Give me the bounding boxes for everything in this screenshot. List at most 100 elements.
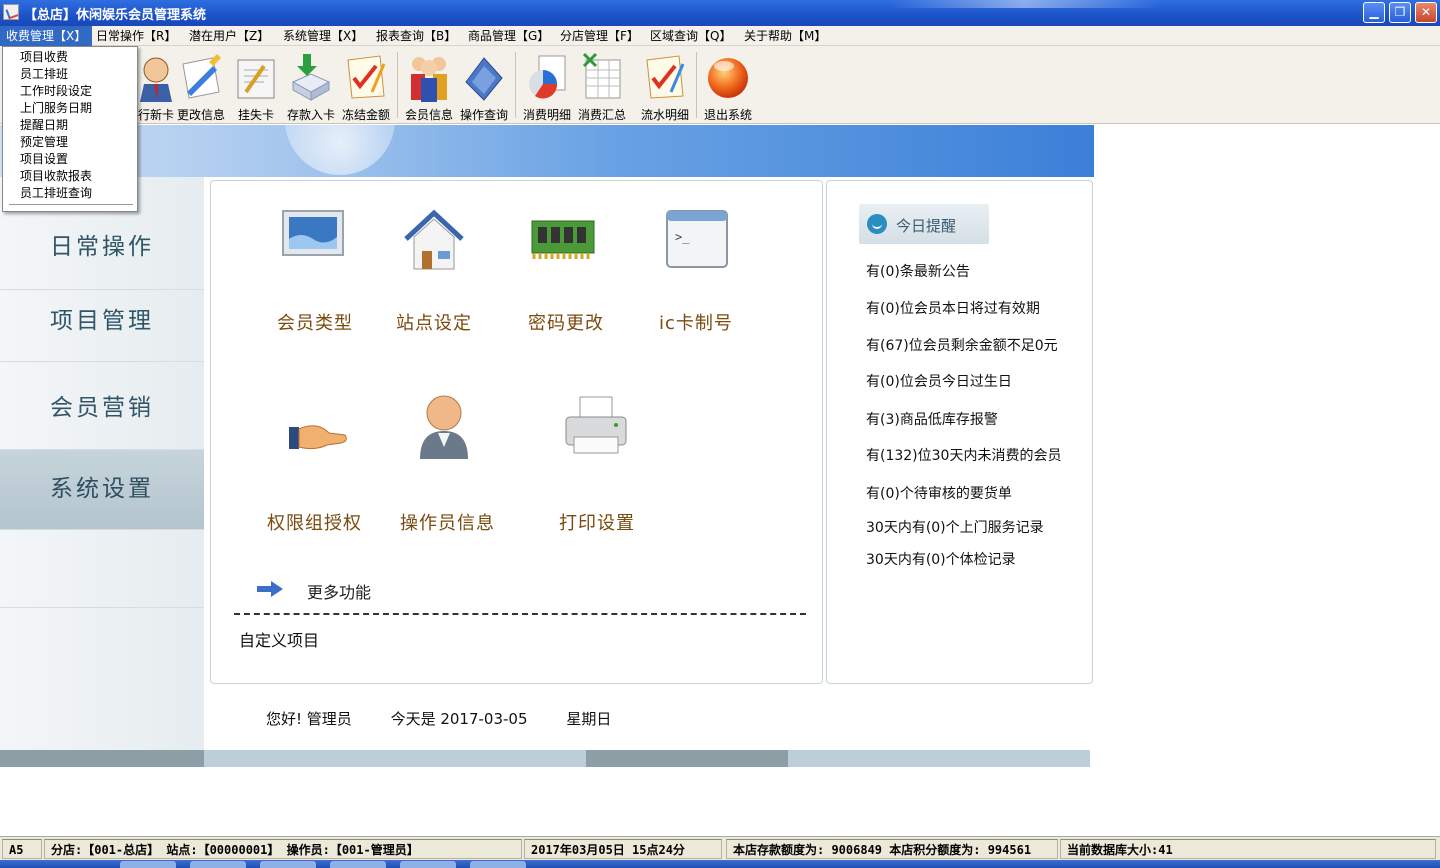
taskbar-button[interactable] — [470, 861, 526, 868]
toolbar-deposit[interactable]: 存款入卡 — [283, 50, 339, 122]
toolbar-edit-info[interactable]: 更改信息 — [173, 50, 229, 122]
tile-permission-group[interactable]: 权限组授权 — [261, 391, 381, 534]
tile-member-type[interactable]: 会员类型 — [261, 203, 371, 343]
reminder-panel: 今日提醒 有(0)条最新公告 有(0)位会员本日将过有效期 有(67)位会员剩余… — [826, 180, 1093, 684]
tile-print-settings[interactable]: 打印设置 — [546, 391, 656, 534]
toolbar-member-info[interactable]: 会员信息 — [401, 50, 457, 122]
monitor-icon — [282, 210, 344, 256]
menu-system[interactable]: 系统管理【X】 — [277, 26, 369, 46]
new-card-icon — [140, 57, 172, 102]
maximize-button[interactable]: ❐ — [1389, 2, 1411, 23]
reminder-line[interactable]: 有(0)个待审核的要货单 — [866, 483, 1012, 503]
toolbar-consumption-summary[interactable]: 消费汇总 — [574, 50, 630, 122]
status-cell-site: 分店:【001-总店】 站点:【00000001】 操作员:【001-管理员】 — [44, 839, 522, 859]
nav-item-marketing[interactable]: 会员营销 — [0, 362, 204, 450]
taskbar-button[interactable] — [190, 861, 246, 868]
strip-segment — [788, 750, 1090, 767]
toolbar-operation-query[interactable]: 操作查询 — [456, 50, 512, 122]
toolbar-transaction-detail[interactable]: 流水明细 — [637, 50, 693, 122]
menu-bar: 收费管理【X】 日常操作【R】 潜在用户【Z】 系统管理【X】 报表查询【B】 … — [0, 26, 1440, 46]
operation-query-icon — [465, 57, 503, 101]
toolbar-label: 退出系统 — [703, 108, 752, 122]
dropdown-item-reminder-date[interactable]: 提醒日期 — [3, 117, 137, 134]
strip-segment — [204, 750, 586, 767]
reminder-header: 今日提醒 — [859, 204, 989, 244]
toolbar-label: 冻结金额 — [341, 108, 390, 122]
toolbar-freeze[interactable]: 冻结金额 — [338, 50, 394, 122]
edit-info-icon — [182, 54, 221, 99]
hand-icon — [289, 425, 347, 450]
custom-project-link[interactable]: 自定义项目 — [239, 627, 319, 651]
tile-label: 打印设置 — [559, 513, 635, 534]
menu-goods[interactable]: 商品管理【G】 — [462, 26, 555, 46]
toolbar-label: 消费汇总 — [577, 108, 626, 122]
nav-item-projects[interactable]: 项目管理 — [0, 290, 204, 362]
svg-text:>_: >_ — [675, 230, 690, 244]
taskbar-button[interactable] — [260, 861, 316, 868]
taskbar-button[interactable] — [120, 861, 176, 868]
menu-region[interactable]: 区域查询【Q】 — [644, 26, 737, 46]
reminder-line[interactable]: 30天内有(0)个体检记录 — [866, 549, 1016, 569]
user-icon — [420, 395, 468, 459]
banner-bubble — [285, 125, 395, 175]
reminder-line[interactable]: 有(132)位30天内未消费的会员 — [866, 445, 1061, 465]
tile-password-change[interactable]: 密码更改 — [516, 203, 626, 343]
tile-operator-info[interactable]: 操作员信息 — [396, 391, 506, 534]
bottom-strip — [0, 750, 1090, 767]
reminder-line[interactable]: 有(3)商品低库存报警 — [866, 409, 998, 429]
dashed-divider — [234, 613, 806, 615]
dropdown-item-staff-schedule-query[interactable]: 员工排班查询 — [3, 185, 137, 202]
tile-site-settings[interactable]: 站点设定 — [386, 203, 486, 343]
toolbar-consumption-detail[interactable]: 消费明细 — [519, 50, 575, 122]
greeting-hello: 您好! 管理员 — [266, 710, 352, 728]
smiley-icon — [867, 214, 887, 234]
reminder-line[interactable]: 有(0)条最新公告 — [866, 261, 970, 281]
toolbar: 行新卡 更改信息 挂失卡 存款入卡 冻结金额 会员信息 操作查询 消费明细 消费… — [0, 46, 1440, 124]
deposit-icon — [291, 54, 331, 101]
printer-icon — [565, 396, 627, 454]
dropdown-item-project-payment-report[interactable]: 项目收款报表 — [3, 168, 137, 185]
menu-help[interactable]: 关于帮助【M】 — [738, 26, 832, 46]
title-bar: 【总店】休闲娱乐会员管理系统 ▁ ❐ ✕ — [0, 0, 1440, 26]
title-glow — [890, 0, 1160, 8]
toolbar-lost-card[interactable]: 挂失卡 — [228, 50, 284, 122]
menu-charge[interactable]: 收费管理【X】 — [0, 26, 93, 46]
app-icon — [3, 4, 19, 20]
window-title: 【总店】休闲娱乐会员管理系统 — [24, 8, 207, 23]
toolbar-label: 操作查询 — [459, 108, 508, 122]
tile-label: 站点设定 — [396, 313, 472, 334]
dropdown-item-work-period[interactable]: 工作时段设定 — [3, 83, 137, 100]
status-cell-datetime: 2017年03月05日 15点24分 — [524, 839, 722, 859]
taskbar-button[interactable] — [330, 861, 386, 868]
close-button[interactable]: ✕ — [1415, 2, 1437, 23]
nav-item-system-settings[interactable]: 系统设置 — [0, 450, 204, 530]
dropdown-item-home-service-date[interactable]: 上门服务日期 — [3, 100, 137, 117]
arrow-right-icon — [257, 581, 283, 597]
more-functions-label: 更多功能 — [307, 583, 372, 602]
dropdown-item-project-settings[interactable]: 项目设置 — [3, 151, 137, 168]
dropdown-item-staff-schedule[interactable]: 员工排班 — [3, 66, 137, 83]
reminder-line[interactable]: 有(67)位会员剩余金额不足0元 — [866, 335, 1058, 355]
reminder-line[interactable]: 30天内有(0)个上门服务记录 — [866, 517, 1044, 537]
dropdown-item-project-charge[interactable]: 项目收费 — [3, 49, 137, 66]
terminal-window-icon: >_ — [666, 210, 728, 268]
menu-branches[interactable]: 分店管理【F】 — [554, 26, 645, 46]
consumption-summary-icon — [582, 52, 621, 99]
menu-daily[interactable]: 日常操作【R】 — [90, 26, 182, 46]
reminder-line[interactable]: 有(0)位会员今日过生日 — [866, 371, 1012, 391]
reminder-line[interactable]: 有(0)位会员本日将过有效期 — [866, 298, 1040, 318]
status-cell-balance: 本店存款额度为: 9006849 本店积分额度为: 994561 — [726, 839, 1058, 859]
menu-reports[interactable]: 报表查询【B】 — [370, 26, 462, 46]
strip-segment — [586, 750, 788, 767]
menu-potential-users[interactable]: 潜在用户【Z】 — [183, 26, 275, 46]
greeting-bar: 您好! 管理员 今天是 2017-03-05 星期日 — [266, 708, 645, 729]
consumption-detail-icon — [529, 55, 566, 99]
minimize-button[interactable]: ▁ — [1363, 2, 1385, 23]
greeting-weekday: 星期日 — [566, 710, 612, 728]
lost-card-icon — [237, 59, 275, 99]
nav-item-daily[interactable]: 日常操作 — [0, 212, 204, 290]
toolbar-exit[interactable]: 退出系统 — [700, 50, 756, 122]
tile-ic-card-numbering[interactable]: >_ ic卡制号 — [651, 203, 761, 343]
taskbar-button[interactable] — [400, 861, 456, 868]
dropdown-item-booking[interactable]: 预定管理 — [3, 134, 137, 151]
